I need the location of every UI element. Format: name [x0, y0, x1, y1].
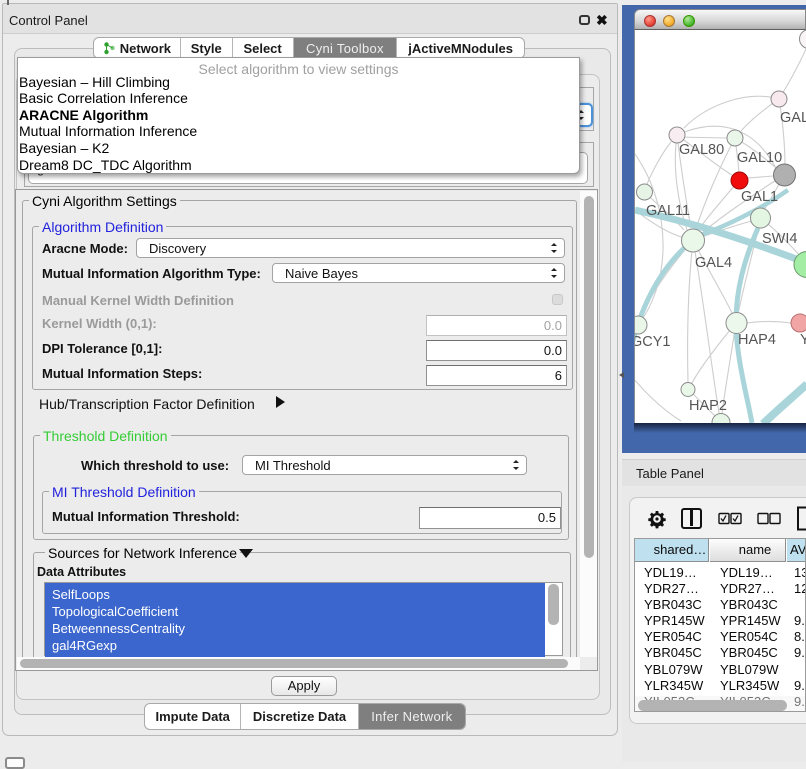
svg-text:GCY1: GCY1 — [635, 334, 671, 350]
svg-text:GAL4: GAL4 — [695, 255, 732, 271]
svg-text:GAL1: GAL1 — [741, 189, 778, 205]
svg-text:GAL10: GAL10 — [737, 150, 782, 166]
svg-text:GAL2: GAL2 — [780, 110, 806, 126]
svg-text:GAL80: GAL80 — [679, 142, 724, 158]
svg-text:YL: YL — [800, 332, 806, 348]
svg-text:SWI4: SWI4 — [762, 231, 797, 247]
svg-text:GAL11: GAL11 — [646, 203, 690, 219]
svg-text:HAP4: HAP4 — [738, 332, 776, 348]
svg-text:HAP2: HAP2 — [689, 398, 727, 414]
